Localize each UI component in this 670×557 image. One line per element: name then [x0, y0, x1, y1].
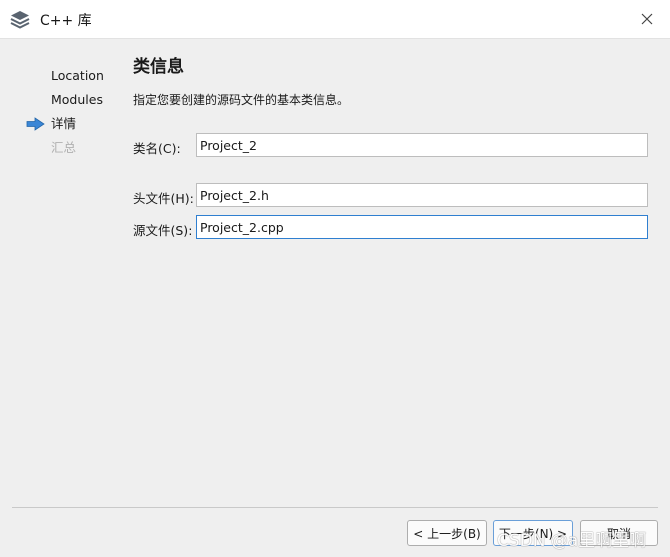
- library-stack-icon: [9, 9, 31, 31]
- step-label: 汇总: [51, 140, 77, 155]
- close-button[interactable]: [632, 5, 662, 33]
- step-location: Location: [26, 66, 121, 90]
- wizard-steps: Location Modules 详情 汇总: [26, 66, 121, 162]
- window-title: C++ 库: [40, 13, 92, 29]
- page-description: 指定您要创建的源码文件的基本类信息。: [133, 93, 350, 107]
- step-details: 详情: [26, 114, 121, 138]
- page-title: 类信息: [133, 57, 184, 77]
- step-label: Modules: [51, 92, 103, 107]
- class-name-input[interactable]: [196, 133, 648, 157]
- title-bar: C++ 库: [0, 0, 670, 39]
- step-modules: Modules: [26, 90, 121, 114]
- back-button[interactable]: < 上一步(B): [407, 520, 487, 546]
- current-step-arrow-icon: [26, 117, 45, 131]
- header-file-label: 头文件(H):: [133, 191, 194, 206]
- close-icon: [641, 13, 653, 25]
- step-label: 详情: [51, 116, 77, 131]
- source-file-input[interactable]: [196, 215, 648, 239]
- header-file-input[interactable]: [196, 183, 648, 207]
- bottom-divider: [12, 507, 658, 508]
- step-summary: 汇总: [26, 138, 121, 162]
- source-file-label: 源文件(S):: [133, 223, 193, 238]
- class-name-label: 类名(C):: [133, 141, 181, 156]
- watermark: CSDN @a里啊里啊: [497, 531, 647, 551]
- step-label: Location: [51, 68, 104, 83]
